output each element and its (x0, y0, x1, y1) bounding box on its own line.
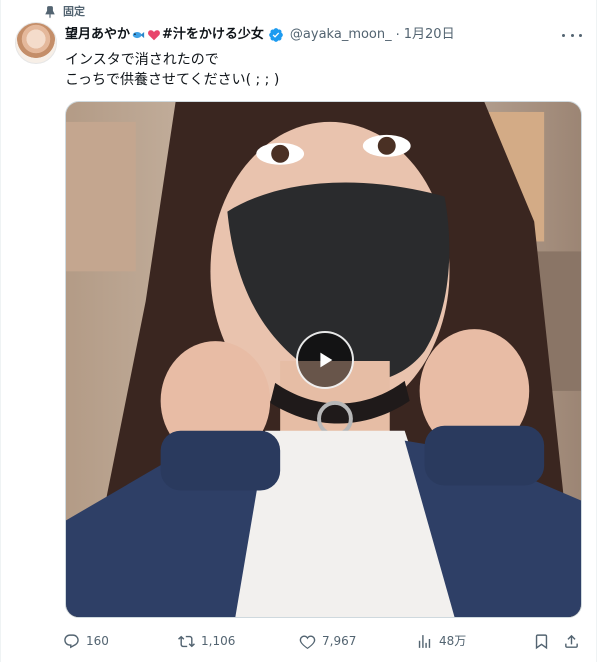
share-icon (565, 634, 578, 648)
play-button[interactable] (296, 331, 354, 389)
repost-icon (178, 635, 195, 647)
heart-icon (299, 634, 316, 649)
repost-button[interactable]: 1,106 (178, 630, 235, 652)
bookmark-icon (535, 633, 548, 649)
pin-icon (45, 6, 55, 19)
repost-count: 1,106 (201, 634, 236, 648)
verified-badge-icon (269, 28, 283, 42)
like-button[interactable]: 7,967 (299, 630, 356, 652)
views-chart-icon (418, 634, 431, 648)
view-count: 48万 (439, 634, 467, 648)
separator-dot: · (395, 27, 400, 43)
reply-button[interactable]: 160 (63, 630, 109, 652)
reply-icon (64, 633, 79, 648)
author-handle[interactable]: @ayaka_moon_ (290, 26, 392, 44)
bookmark-button[interactable] (533, 630, 550, 652)
pinned-post-card[interactable]: 固定 望月あやか #汁をかける少女 @ayaka_moon_ · 1月20日 イ… (0, 0, 597, 662)
post-text-line-2: こっちで供養させてください( ; ; ) (65, 72, 280, 88)
post-text-line-1: インスタで消されたので (65, 52, 219, 68)
share-button[interactable] (563, 630, 580, 652)
heart-emoji-icon (148, 30, 160, 41)
pinned-label: 固定 (63, 5, 85, 18)
video-media[interactable] (65, 101, 582, 618)
author-display-name[interactable]: 望月あやか (65, 26, 130, 44)
more-options-icon[interactable] (562, 27, 582, 43)
like-count: 7,967 (322, 634, 357, 648)
views-button[interactable]: 48万 (416, 630, 466, 652)
post-date[interactable]: 1月20日 (404, 26, 455, 44)
fish-emoji-icon (132, 31, 145, 39)
avatar[interactable] (15, 22, 57, 64)
reply-count: 160 (86, 634, 109, 648)
post-header: 望月あやか #汁をかける少女 @ayaka_moon_ · 1月20日 (65, 26, 455, 44)
author-name-hashtag[interactable]: #汁をかける少女 (162, 26, 264, 44)
action-bar: 160 1,106 7,967 48万 (63, 630, 583, 652)
pinned-indicator: 固定 (43, 5, 85, 19)
play-icon (320, 352, 333, 368)
